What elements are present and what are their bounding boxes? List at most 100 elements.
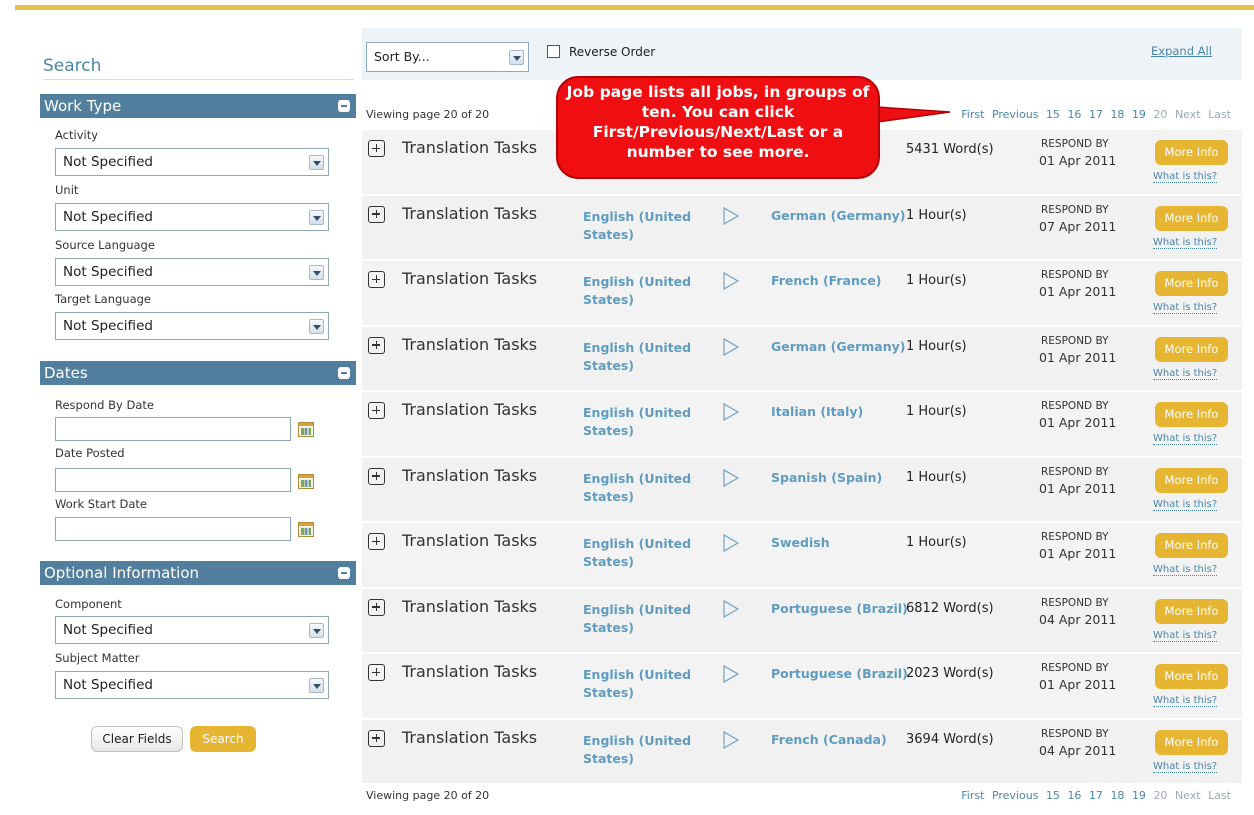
search-button[interactable]: Search xyxy=(190,726,256,752)
expand-plus-icon[interactable] xyxy=(368,664,385,681)
calendar-icon[interactable] xyxy=(298,474,314,489)
what-is-this-link[interactable]: What is this? xyxy=(1153,368,1218,380)
sort-by-select[interactable]: Sort By... xyxy=(366,42,529,72)
pager-page-link[interactable]: 19 xyxy=(1132,789,1146,802)
source-language: English (United States) xyxy=(583,274,692,307)
pager-last-link[interactable]: Last xyxy=(1208,789,1231,802)
date-posted-input[interactable] xyxy=(55,468,291,492)
job-row: Translation Tasks English (United States)… xyxy=(362,719,1242,785)
expand-plus-icon[interactable] xyxy=(368,729,385,747)
page-status: Viewing page 20 of 20 xyxy=(366,108,490,121)
pager-page-link[interactable]: 16 xyxy=(1067,108,1081,121)
what-is-this-link[interactable]: What is this? xyxy=(1153,564,1218,576)
optional-information-header[interactable]: Optional Information xyxy=(40,561,356,585)
what-is-this-link[interactable]: What is this? xyxy=(1153,237,1218,249)
pager-page-link[interactable]: 15 xyxy=(1046,108,1060,121)
work-type-header[interactable]: Work Type xyxy=(40,94,356,118)
source-language: English (United States) xyxy=(583,470,692,504)
subject-matter-select[interactable]: Not Specified xyxy=(55,671,329,699)
work-start-date-input[interactable] xyxy=(55,517,291,541)
what-is-this-link[interactable]: What is this? xyxy=(1153,695,1218,707)
what-is-this-link[interactable]: What is this? xyxy=(1153,171,1218,183)
arrow-right-icon xyxy=(723,665,739,683)
what-is-this-link[interactable]: What is this? xyxy=(1153,302,1218,314)
collapse-icon[interactable] xyxy=(338,100,350,112)
pager-page-link[interactable]: 18 xyxy=(1110,108,1124,121)
chevron-down-icon[interactable] xyxy=(309,319,324,334)
more-info-button[interactable]: More Info xyxy=(1155,467,1228,493)
expand-plus-icon[interactable] xyxy=(368,533,385,550)
calendar-icon[interactable] xyxy=(298,422,314,437)
job-title: Translation Tasks xyxy=(402,727,538,747)
pager-next-link[interactable]: Next xyxy=(1175,789,1201,802)
date-posted-label: Date Posted xyxy=(55,446,125,460)
pager-page-link[interactable]: 17 xyxy=(1089,789,1103,802)
pager-first-link[interactable]: First xyxy=(961,108,984,121)
target-language: German (Germany) xyxy=(771,207,906,223)
pager-next-link[interactable]: Next xyxy=(1175,108,1201,121)
chevron-down-icon[interactable] xyxy=(309,155,324,170)
chevron-down-icon[interactable] xyxy=(309,623,324,638)
chevron-down-icon[interactable] xyxy=(309,678,324,693)
collapse-icon[interactable] xyxy=(338,567,350,579)
chevron-down-icon[interactable] xyxy=(509,50,524,65)
job-title: Translation Tasks xyxy=(402,334,538,354)
dates-header[interactable]: Dates xyxy=(40,361,356,385)
pager-previous-link[interactable]: Previous xyxy=(992,789,1039,802)
what-is-this-link[interactable]: What is this? xyxy=(1153,761,1218,773)
chevron-down-icon[interactable] xyxy=(309,210,324,225)
target-language-select[interactable]: Not Specified xyxy=(55,312,329,340)
pager-previous-link[interactable]: Previous xyxy=(992,108,1039,121)
respond-by-date: 01 Apr 2011 xyxy=(1039,480,1117,496)
pager-page-link[interactable]: 16 xyxy=(1067,789,1081,802)
source-language-label: Source Language xyxy=(55,238,155,252)
activity-select[interactable]: Not Specified xyxy=(55,148,329,176)
calendar-icon[interactable] xyxy=(298,522,314,537)
reverse-order-checkbox[interactable] xyxy=(547,45,560,58)
more-info-button[interactable]: More Info xyxy=(1155,402,1228,427)
more-info-button[interactable]: More Info xyxy=(1155,140,1228,165)
expand-plus-icon[interactable] xyxy=(368,336,385,354)
arrow-right-icon xyxy=(723,468,739,487)
more-info-button[interactable]: More Info xyxy=(1155,729,1228,755)
job-row: Translation Tasks English (United States)… xyxy=(362,588,1242,654)
what-is-this-link[interactable]: What is this? xyxy=(1153,433,1218,445)
expand-plus-icon[interactable] xyxy=(368,271,385,288)
more-info-button[interactable]: More Info xyxy=(1155,664,1228,689)
expand-plus-icon[interactable] xyxy=(368,467,385,485)
what-is-this-link[interactable]: What is this? xyxy=(1153,499,1218,511)
pager-page-link[interactable]: 17 xyxy=(1089,108,1103,121)
more-info-button[interactable]: More Info xyxy=(1155,533,1228,558)
annotation-callout: Job page lists all jobs, in groups of te… xyxy=(556,76,880,179)
component-select[interactable]: Not Specified xyxy=(55,616,329,644)
job-quantity: 5431 Word(s) xyxy=(906,142,994,157)
expand-plus-icon[interactable] xyxy=(368,140,385,157)
target-language: Italian (Italy) xyxy=(771,404,864,419)
pager-last-link[interactable]: Last xyxy=(1208,108,1231,121)
collapse-icon[interactable] xyxy=(338,367,350,379)
source-language-select[interactable]: Not Specified xyxy=(55,258,329,286)
chevron-down-icon[interactable] xyxy=(309,265,324,280)
pager-page-link[interactable]: 15 xyxy=(1046,789,1060,802)
component-label: Component xyxy=(55,597,122,611)
expand-plus-icon[interactable] xyxy=(368,205,385,223)
more-info-button[interactable]: More Info xyxy=(1155,271,1228,296)
expand-plus-icon[interactable] xyxy=(368,598,385,616)
more-info-button[interactable]: More Info xyxy=(1155,598,1228,624)
clear-fields-button[interactable]: Clear Fields xyxy=(91,726,183,752)
activity-select-value: Not Specified xyxy=(63,154,153,170)
respond-by-date-input[interactable] xyxy=(55,417,291,441)
pager-first-link[interactable]: First xyxy=(961,789,984,802)
respond-by-label: RESPOND BY xyxy=(1041,727,1109,740)
more-info-button[interactable]: More Info xyxy=(1155,205,1228,231)
pager-page-link[interactable]: 18 xyxy=(1110,789,1124,802)
target-language: Spanish (Spain) xyxy=(771,469,883,485)
pager-page-link[interactable]: 19 xyxy=(1132,108,1146,121)
unit-select[interactable]: Not Specified xyxy=(55,203,329,231)
expand-plus-icon[interactable] xyxy=(368,402,385,419)
expand-all-link[interactable]: Expand All xyxy=(1151,44,1212,58)
job-title: Translation Tasks xyxy=(402,400,538,419)
what-is-this-link[interactable]: What is this? xyxy=(1153,630,1218,642)
more-info-button[interactable]: More Info xyxy=(1155,336,1228,362)
job-quantity: 1 Hour(s) xyxy=(906,207,967,223)
